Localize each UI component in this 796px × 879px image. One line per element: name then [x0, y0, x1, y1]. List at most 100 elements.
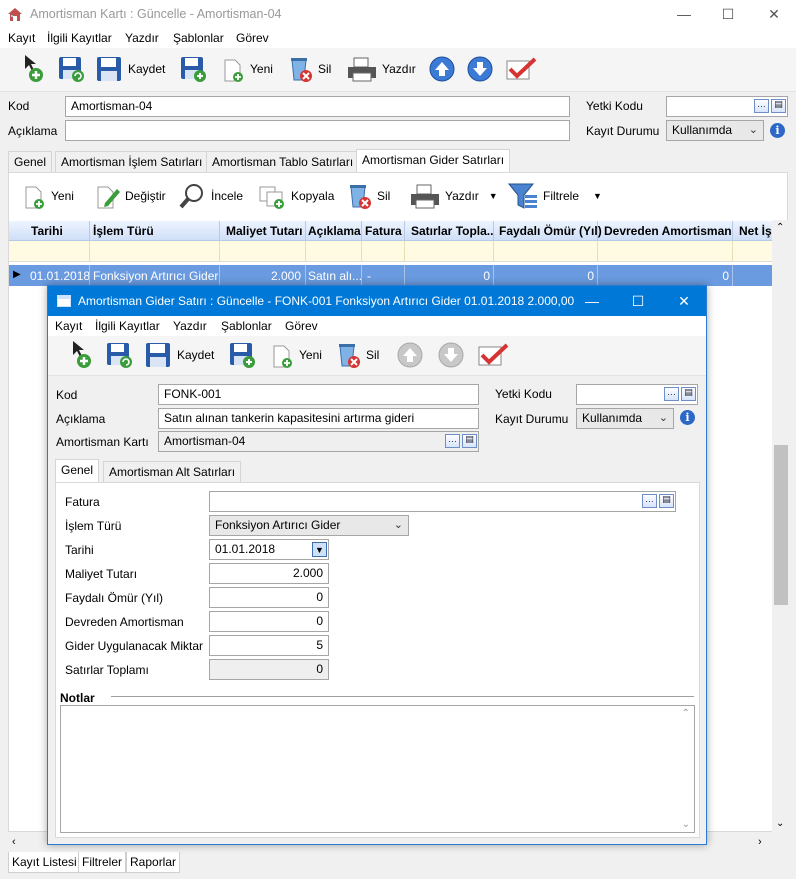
- tab-genel[interactable]: Genel: [8, 151, 53, 172]
- col-devreden-amortisman[interactable]: Devreden Amortisman: [604, 224, 732, 238]
- maliyet-input[interactable]: 2.000: [209, 563, 329, 584]
- menu-sablonlar[interactable]: Şablonlar: [173, 31, 224, 45]
- dialog-save-new-button[interactable]: [229, 338, 257, 372]
- tab-kayit-listesi[interactable]: Kayıt Listesi: [8, 852, 81, 873]
- tab-gider-satirlari[interactable]: Amortisman Gider Satırları: [356, 149, 511, 173]
- notes-textarea[interactable]: ⌃ ⌄: [60, 705, 695, 833]
- notes-scroll-up-icon[interactable]: ⌃: [682, 708, 690, 719]
- previous-record-button[interactable]: [428, 52, 456, 86]
- dialog-yetki-input[interactable]: [576, 384, 698, 405]
- maximize-icon[interactable]: ☐: [716, 4, 740, 24]
- add-record-button[interactable]: [22, 52, 46, 86]
- scroll-down-icon[interactable]: ⌄: [776, 818, 784, 829]
- dialog-save-button[interactable]: Kaydet: [145, 338, 214, 372]
- print-dropdown-icon[interactable]: ▼: [489, 191, 498, 201]
- dialog-durum-select[interactable]: Kullanımda ⌄: [576, 408, 674, 429]
- col-islem-turu[interactable]: İşlem Türü: [93, 224, 154, 238]
- tab-islem-satirlari[interactable]: Amortisman İşlem Satırları: [55, 151, 209, 172]
- menu-ilgili-kayitlar[interactable]: İlgili Kayıtlar: [47, 31, 112, 45]
- save-new-button[interactable]: [180, 52, 208, 86]
- date-dropdown-icon[interactable]: ▼: [312, 542, 327, 557]
- col-fatura[interactable]: Fatura: [365, 224, 402, 238]
- print-button[interactable]: Yazdır: [346, 52, 416, 86]
- kayit-durumu-select[interactable]: Kullanımda ⌄: [666, 120, 764, 141]
- new-button[interactable]: Yeni: [222, 52, 273, 86]
- tab-tablo-satirlari[interactable]: Amortisman Tablo Satırları: [206, 151, 360, 172]
- save-button[interactable]: Kaydet: [96, 52, 165, 86]
- islem-turu-select[interactable]: Fonksiyon Artırıcı Gider ⌄: [209, 515, 409, 536]
- faydali-omur-input[interactable]: 0: [209, 587, 329, 608]
- fatura-ellipsis-icon[interactable]: …: [642, 494, 657, 508]
- vertical-scrollbar[interactable]: ⌃ ⌄: [772, 220, 790, 836]
- tarihi-input[interactable]: 01.01.2018: [209, 539, 329, 560]
- dialog-kart-input[interactable]: Amortisman-04: [158, 431, 479, 452]
- table-row[interactable]: ▶ 01.01.2018 Fonksiyon Artırıcı Gider 2.…: [9, 265, 789, 286]
- dialog-menu-gorev[interactable]: Görev: [285, 319, 318, 333]
- fatura-list-icon[interactable]: ▤: [659, 494, 674, 508]
- dialog-info-icon[interactable]: i: [680, 410, 695, 425]
- dialog-previous-button[interactable]: [396, 338, 424, 372]
- grid-filter-button[interactable]: Filtrele ▼: [507, 179, 602, 213]
- yetki-ellipsis-icon[interactable]: …: [754, 99, 769, 113]
- scroll-left-icon[interactable]: ‹: [12, 836, 16, 848]
- col-tarihi[interactable]: Tarihi: [31, 224, 63, 238]
- dialog-menu-ilgili-kayitlar[interactable]: İlgili Kayıtlar: [95, 319, 160, 333]
- scroll-right-icon[interactable]: ›: [758, 836, 762, 848]
- yetki-list-icon[interactable]: ▤: [771, 99, 786, 113]
- dialog-approve-button[interactable]: [476, 338, 510, 372]
- col-maliyet-tutari[interactable]: Maliyet Tutarı: [226, 224, 302, 238]
- dialog-maximize-icon[interactable]: ☐: [626, 291, 650, 311]
- dialog-delete-button[interactable]: Sil: [336, 338, 379, 372]
- minimize-icon[interactable]: —: [672, 4, 696, 24]
- dialog-new-button[interactable]: Yeni: [271, 338, 322, 372]
- notes-scroll-down-icon[interactable]: ⌄: [682, 819, 690, 830]
- fatura-input[interactable]: [209, 491, 676, 512]
- approve-button[interactable]: [504, 52, 538, 86]
- grid-filter-row[interactable]: [9, 241, 789, 262]
- col-aciklama[interactable]: Açıklama: [308, 224, 361, 238]
- grid-copy-button[interactable]: Kopyala: [257, 179, 334, 213]
- col-net-is[interactable]: Net İş: [739, 224, 773, 238]
- kart-ellipsis-icon[interactable]: …: [445, 434, 460, 448]
- aciklama-input[interactable]: [65, 120, 570, 141]
- scroll-up-icon[interactable]: ⌃: [776, 222, 784, 233]
- dialog-tab-genel[interactable]: Genel: [55, 459, 100, 483]
- menu-yazdir[interactable]: Yazdır: [125, 31, 159, 45]
- grid-new-button[interactable]: Yeni: [23, 179, 74, 213]
- menu-gorev[interactable]: Görev: [236, 31, 269, 45]
- grid-inspect-button[interactable]: İncele: [179, 179, 243, 213]
- gider-miktar-input[interactable]: 5: [209, 635, 329, 656]
- dialog-next-button[interactable]: [437, 338, 465, 372]
- yetki-kodu-input[interactable]: [666, 96, 788, 117]
- filter-dropdown-icon[interactable]: ▼: [593, 191, 602, 201]
- delete-button[interactable]: Sil: [288, 52, 331, 86]
- col-faydali-omur[interactable]: Faydalı Ömür (Yıl): [499, 224, 602, 238]
- dialog-yetki-ellipsis-icon[interactable]: …: [664, 387, 679, 401]
- kod-input[interactable]: Amortisman-04: [65, 96, 570, 117]
- menu-kayit[interactable]: Kayıt: [8, 31, 35, 45]
- dialog-add-button[interactable]: [70, 338, 94, 372]
- kart-list-icon[interactable]: ▤: [462, 434, 477, 448]
- info-icon[interactable]: i: [770, 123, 785, 138]
- dialog-yetki-list-icon[interactable]: ▤: [681, 387, 696, 401]
- next-record-button[interactable]: [466, 52, 494, 86]
- dialog-menu-kayit[interactable]: Kayıt: [55, 319, 82, 333]
- dialog-aciklama-input[interactable]: Satın alınan tankerin kapasitesini artır…: [158, 408, 479, 429]
- close-icon[interactable]: ✕: [762, 4, 786, 24]
- dialog-menu-yazdir[interactable]: Yazdır: [173, 319, 207, 333]
- grid-edit-button[interactable]: Değiştir: [95, 179, 166, 213]
- tab-filtreler[interactable]: Filtreler: [78, 852, 127, 873]
- devreden-input[interactable]: 0: [209, 611, 329, 632]
- dialog-close-icon[interactable]: ✕: [672, 291, 696, 311]
- dialog-menu-sablonlar[interactable]: Şablonlar: [221, 319, 272, 333]
- save-refresh-button[interactable]: [58, 52, 86, 86]
- dialog-tab-alt-satirlar[interactable]: Amortisman Alt Satırları: [103, 461, 242, 482]
- dialog-save-refresh-button[interactable]: [106, 338, 134, 372]
- scroll-thumb[interactable]: [774, 445, 788, 605]
- grid-delete-button[interactable]: Sil: [347, 179, 390, 213]
- dialog-minimize-icon[interactable]: —: [580, 291, 604, 311]
- grid-print-button[interactable]: Yazdır ▼: [409, 179, 498, 213]
- tab-raporlar[interactable]: Raporlar: [126, 852, 181, 873]
- dialog-kod-input[interactable]: FONK-001: [158, 384, 479, 405]
- col-satirlar-toplami[interactable]: Satırlar Topla...: [411, 224, 493, 238]
